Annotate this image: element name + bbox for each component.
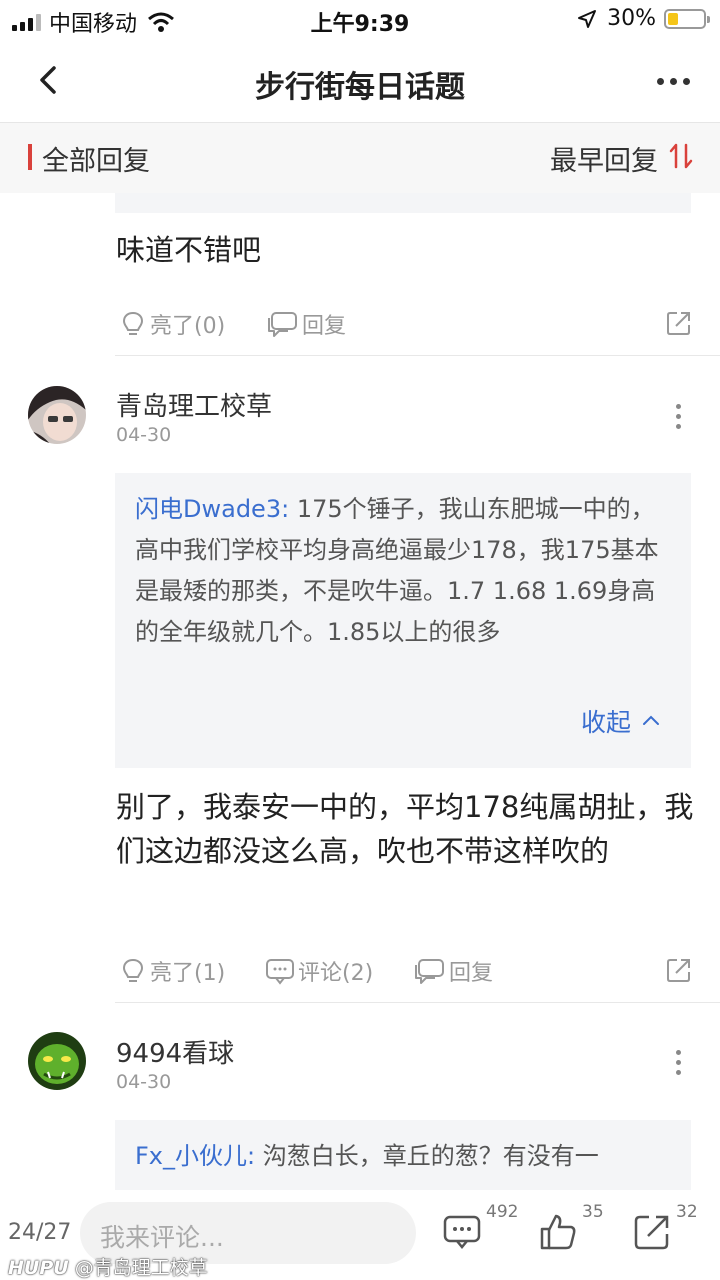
page-indicator[interactable]: 24/27 bbox=[8, 1220, 71, 1245]
share-icon[interactable] bbox=[632, 1212, 672, 1252]
sort-toggle-icon[interactable] bbox=[668, 141, 694, 171]
light-button[interactable]: 亮了(1) bbox=[118, 955, 225, 987]
quote-author[interactable]: Fx_小伙儿: bbox=[135, 1142, 255, 1170]
reply-text: 味道不错吧 bbox=[116, 233, 262, 267]
reply-icon bbox=[415, 959, 444, 984]
watermark-brand: HUPU bbox=[8, 1257, 69, 1279]
reply-label: 回复 bbox=[302, 314, 347, 339]
username[interactable]: 青岛理工校草 bbox=[116, 386, 272, 423]
watermark-user: @青岛理工校草 bbox=[74, 1257, 208, 1279]
sort-order-button[interactable]: 最早回复 bbox=[550, 139, 658, 178]
share-icon[interactable] bbox=[664, 955, 694, 985]
avatar-image bbox=[28, 1032, 86, 1090]
quote-text: 沟葱白长，章丘的葱？有没有一 bbox=[262, 1142, 599, 1170]
reply-button[interactable]: 回复 bbox=[413, 955, 493, 987]
avatar[interactable] bbox=[28, 386, 86, 444]
quote-box: Fx_小伙儿: 沟葱白长，章丘的葱？有没有一 bbox=[115, 1120, 691, 1190]
avatar-image bbox=[28, 386, 86, 444]
quote-box-partial bbox=[115, 193, 691, 213]
quote-author[interactable]: 闪电Dwade3: bbox=[135, 495, 289, 523]
divider bbox=[115, 1002, 720, 1003]
post-date: 04-30 bbox=[116, 424, 172, 446]
nav-bar: 步行街每日话题 bbox=[0, 40, 720, 123]
lightbulb-icon bbox=[122, 958, 144, 982]
collapse-button[interactable]: 收起 bbox=[581, 703, 663, 739]
quote-content: 闪电Dwade3: 175个锤子，我山东肥城一中的，高中我们学校平均身高绝逼最少… bbox=[135, 489, 675, 653]
comment-icon bbox=[266, 959, 294, 985]
comments-count: 492 bbox=[486, 1202, 519, 1222]
light-label: 亮了(0) bbox=[150, 314, 226, 339]
sort-bar: 全部回复 最早回复 bbox=[0, 123, 720, 193]
comment-button[interactable]: 评论(2) bbox=[264, 955, 373, 987]
light-label: 亮了(1) bbox=[150, 961, 226, 986]
collapse-label: 收起 bbox=[580, 708, 631, 737]
post-menu-icon[interactable] bbox=[676, 404, 682, 429]
location-arrow-icon bbox=[578, 9, 597, 28]
page-title: 步行街每日话题 bbox=[255, 70, 465, 105]
divider bbox=[115, 355, 720, 356]
share-icon[interactable] bbox=[664, 308, 694, 338]
post-text: 别了，我泰安一中的，平均178纯属胡扯，我们这边都没这么高，吹也不带这样吹的 bbox=[116, 790, 694, 868]
comments-icon[interactable] bbox=[442, 1212, 482, 1252]
chevron-up-icon bbox=[643, 715, 659, 725]
post-date: 04-30 bbox=[116, 1071, 172, 1093]
light-button[interactable]: 亮了(0) bbox=[118, 308, 225, 340]
thumbs-up-icon[interactable] bbox=[538, 1212, 578, 1252]
lightbulb-icon bbox=[122, 311, 144, 335]
status-bar: 中国移动 上午9:39 30% bbox=[0, 0, 720, 40]
quote-content: Fx_小伙儿: 沟葱白长，章丘的葱？有没有一 bbox=[135, 1136, 675, 1177]
battery-icon bbox=[664, 8, 710, 29]
battery-percent: 30% bbox=[607, 6, 656, 31]
post-menu-icon[interactable] bbox=[676, 1050, 682, 1075]
comment-label: 评论(2) bbox=[298, 961, 374, 986]
likes-count: 35 bbox=[582, 1202, 604, 1222]
reply-label: 回复 bbox=[449, 961, 494, 986]
quote-box: 闪电Dwade3: 175个锤子，我山东肥城一中的，高中我们学校平均身高绝逼最少… bbox=[115, 473, 691, 768]
username[interactable]: 9494看球 bbox=[116, 1033, 234, 1070]
reply-icon bbox=[268, 312, 297, 337]
more-icon[interactable] bbox=[657, 78, 690, 85]
comment-input-placeholder: 我来评论... bbox=[100, 1223, 224, 1252]
watermark: HUPU @青岛理工校草 bbox=[8, 1253, 208, 1280]
all-replies-tab[interactable]: 全部回复 bbox=[42, 139, 150, 178]
reply-button[interactable]: 回复 bbox=[266, 308, 346, 340]
share-count: 32 bbox=[676, 1202, 698, 1222]
sort-marker bbox=[28, 144, 32, 170]
avatar[interactable] bbox=[28, 1032, 86, 1090]
status-right: 30% bbox=[577, 6, 710, 31]
